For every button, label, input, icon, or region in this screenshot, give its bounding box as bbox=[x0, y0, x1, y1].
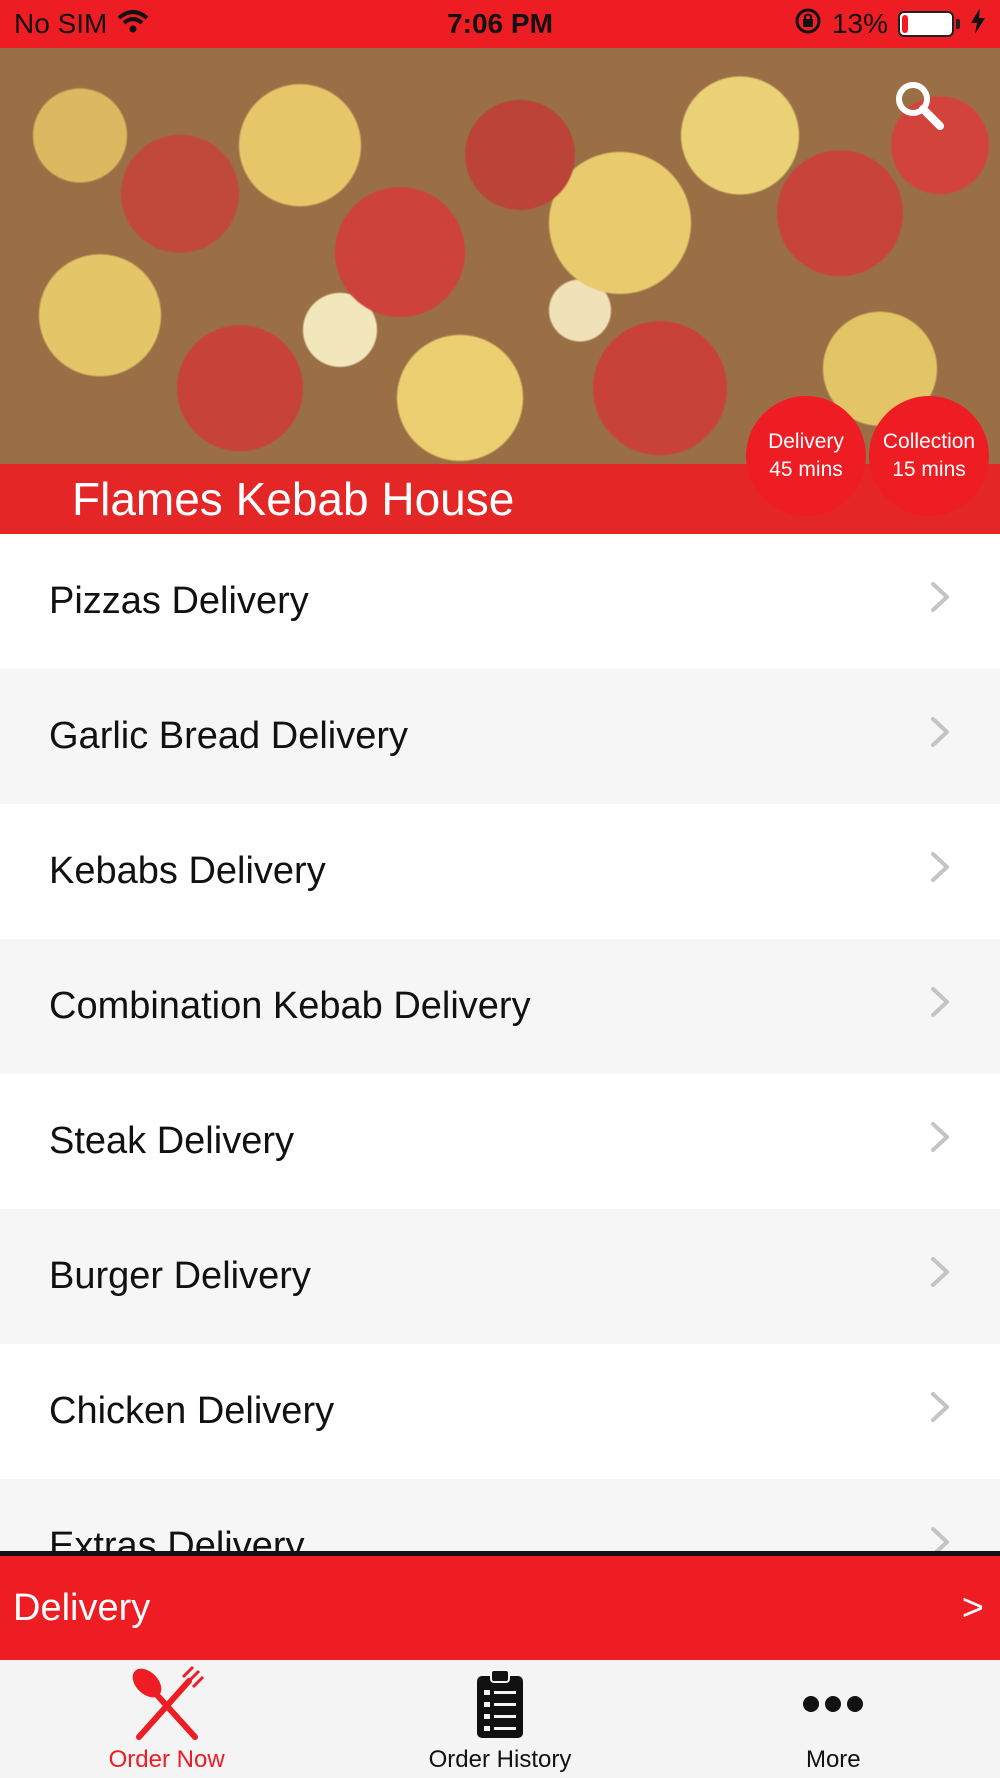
status-left: No SIM bbox=[14, 8, 149, 40]
chevron-right-icon bbox=[928, 1389, 952, 1435]
delivery-time-badge: Delivery 45 mins bbox=[746, 396, 866, 516]
chevron-right-icon bbox=[928, 1119, 952, 1165]
menu-item-label: Garlic Bread Delivery bbox=[49, 715, 408, 757]
collection-time-badge: Collection 15 mins bbox=[869, 396, 989, 516]
menu-item-label: Kebabs Delivery bbox=[49, 850, 326, 892]
restaurant-name: Flames Kebab House bbox=[72, 473, 515, 525]
collection-badge-label: Collection bbox=[882, 430, 976, 453]
menu-item-garlic-bread[interactable]: Garlic Bread Delivery bbox=[0, 669, 1000, 804]
chevron-right-icon bbox=[928, 579, 952, 625]
menu-item-pizzas[interactable]: Pizzas Delivery bbox=[0, 534, 1000, 669]
tab-label: More bbox=[805, 1746, 861, 1773]
menu-item-label: Burger Delivery bbox=[49, 1255, 311, 1297]
chevron-right-icon bbox=[928, 1254, 952, 1300]
collection-badge-time: 15 mins bbox=[892, 458, 966, 481]
delivery-badge-label: Delivery bbox=[768, 430, 844, 453]
tab-order-now[interactable]: Order Now bbox=[0, 1660, 333, 1778]
more-dots-icon bbox=[802, 1664, 864, 1744]
menu-item-label: Pizzas Delivery bbox=[49, 580, 309, 622]
rotation-lock-icon bbox=[794, 7, 822, 42]
menu-item-label: Steak Delivery bbox=[49, 1120, 294, 1162]
menu-item-label: Chicken Delivery bbox=[49, 1390, 335, 1432]
chevron-right-icon bbox=[928, 1524, 952, 1554]
menu-item-chicken[interactable]: Chicken Delivery bbox=[0, 1344, 1000, 1479]
status-right: 13% bbox=[794, 7, 986, 42]
carrier-label: No SIM bbox=[14, 8, 108, 39]
charging-bolt-icon bbox=[970, 7, 986, 41]
chevron-right-icon bbox=[928, 984, 952, 1030]
hero-banner: Flames Kebab House Delivery 45 mins Coll… bbox=[0, 48, 1000, 534]
menu-item-combination-kebab[interactable]: Combination Kebab Delivery bbox=[0, 939, 1000, 1074]
search-icon bbox=[892, 82, 946, 136]
fork-knife-icon bbox=[127, 1664, 207, 1744]
clipboard-icon bbox=[475, 1664, 525, 1744]
battery-icon bbox=[898, 11, 954, 37]
chevron-right-icon bbox=[928, 714, 952, 760]
tab-label: Order Now bbox=[108, 1746, 225, 1773]
battery-nub bbox=[956, 19, 960, 29]
chevron-right-icon bbox=[928, 849, 952, 895]
wifi-icon bbox=[117, 8, 149, 40]
delivery-badge-time: 45 mins bbox=[769, 458, 843, 481]
tab-bar: Order Now Order History More bbox=[0, 1660, 1000, 1778]
menu-item-steak[interactable]: Steak Delivery bbox=[0, 1074, 1000, 1209]
status-bar: No SIM 7:06 PM 13% bbox=[0, 0, 1000, 48]
menu-item-kebabs[interactable]: Kebabs Delivery bbox=[0, 804, 1000, 939]
delivery-mode-bar[interactable]: Delivery > bbox=[0, 1556, 1000, 1660]
delivery-mode-label: Delivery bbox=[13, 1586, 151, 1629]
menu-category-list[interactable]: Pizzas Delivery Garlic Bread Delivery Ke… bbox=[0, 534, 1000, 1554]
battery-level bbox=[902, 15, 908, 33]
menu-item-label: Extras Delivery bbox=[49, 1525, 305, 1554]
battery-percent: 13% bbox=[831, 8, 888, 39]
menu-item-burger[interactable]: Burger Delivery bbox=[0, 1209, 1000, 1344]
tab-order-history[interactable]: Order History bbox=[333, 1660, 666, 1778]
tab-label: Order History bbox=[428, 1746, 572, 1773]
delivery-mode-arrow: > bbox=[961, 1586, 984, 1629]
search-button[interactable] bbox=[892, 78, 946, 132]
menu-item-label: Combination Kebab Delivery bbox=[49, 985, 531, 1027]
menu-item-extras[interactable]: Extras Delivery bbox=[0, 1479, 1000, 1554]
tab-more[interactable]: More bbox=[667, 1660, 1000, 1778]
